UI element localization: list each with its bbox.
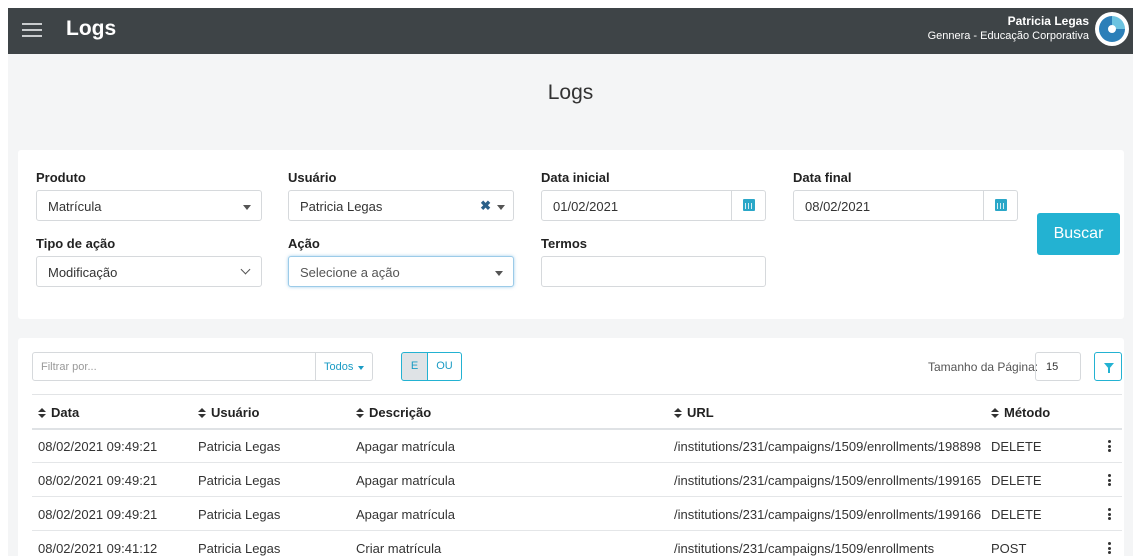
caret-down-icon xyxy=(243,205,251,210)
cell-url: /institutions/231/campaigns/1509/enrollm… xyxy=(674,541,935,556)
column-label: Data xyxy=(51,405,80,420)
cell-data: 08/02/2021 09:49:21 xyxy=(38,507,158,522)
table-row[interactable]: 08/02/2021 09:49:21 Patricia Legas Apaga… xyxy=(32,463,1122,497)
data-final-value: 08/02/2021 xyxy=(805,199,871,214)
buscar-button[interactable]: Buscar xyxy=(1037,213,1120,255)
cell-usuario: Patricia Legas xyxy=(198,507,281,522)
page-size-value: 15 xyxy=(1046,361,1059,373)
data-inicial-input[interactable]: 01/02/2021 xyxy=(541,190,766,221)
sort-icon xyxy=(356,408,364,418)
cell-data: 08/02/2021 09:41:12 xyxy=(38,541,158,556)
acao-select[interactable]: Selecione a ação xyxy=(288,256,514,287)
column-header-metodo[interactable]: Método xyxy=(991,405,1050,420)
tipo-acao-select[interactable]: Modificação xyxy=(36,256,262,287)
data-final-label: Data final xyxy=(793,170,852,185)
app-frame: Logs Patricia Legas Gennera - Educação C… xyxy=(8,8,1133,556)
table-row[interactable]: 08/02/2021 09:41:12 Patricia Legas Criar… xyxy=(32,531,1122,556)
cell-url: /institutions/231/campaigns/1509/enrollm… xyxy=(674,439,982,454)
cell-data: 08/02/2021 09:49:21 xyxy=(38,439,158,454)
chevron-down-icon xyxy=(240,264,251,275)
usuario-label: Usuário xyxy=(288,170,337,185)
app-title: Logs xyxy=(66,17,117,40)
filter-placeholder: Filtrar por... xyxy=(41,361,97,373)
acao-placeholder: Selecione a ação xyxy=(300,265,400,280)
column-header-usuario[interactable]: Usuário xyxy=(198,405,259,420)
produto-select[interactable]: Matrícula xyxy=(36,190,262,221)
column-label: Método xyxy=(1004,405,1051,420)
cell-descricao: Apagar matrícula xyxy=(356,507,455,522)
cell-usuario: Patricia Legas xyxy=(198,439,281,454)
tipo-acao-value: Modificação xyxy=(48,265,118,280)
logs-table-panel: Filtrar por... Todos E OU Tamanho da Pág… xyxy=(18,338,1124,556)
menu-icon[interactable] xyxy=(22,23,42,37)
table-header: Data Usuário Descrição URL Método xyxy=(32,394,1122,430)
more-options-icon[interactable] xyxy=(1108,474,1111,486)
more-options-icon[interactable] xyxy=(1108,508,1111,520)
or-toggle-button[interactable]: OU xyxy=(427,352,462,381)
caret-down-icon xyxy=(495,271,503,276)
more-options-icon[interactable] xyxy=(1108,542,1111,554)
cell-data: 08/02/2021 09:49:21 xyxy=(38,473,158,488)
page-size-input[interactable]: 15 xyxy=(1035,352,1081,381)
termos-label: Termos xyxy=(541,236,587,251)
filter-button[interactable] xyxy=(1094,352,1122,381)
filter-input[interactable]: Filtrar por... xyxy=(32,352,316,381)
table-row[interactable]: 08/02/2021 09:49:21 Patricia Legas Apaga… xyxy=(32,497,1122,531)
produto-label: Produto xyxy=(36,170,86,185)
cell-metodo: DELETE xyxy=(991,473,1042,488)
termos-input[interactable] xyxy=(541,256,766,287)
cell-usuario: Patricia Legas xyxy=(198,473,281,488)
tipo-acao-label: Tipo de ação xyxy=(36,236,116,251)
page-title: Logs xyxy=(547,81,594,104)
column-label: Usuário xyxy=(211,405,260,420)
cell-metodo: POST xyxy=(991,541,1027,556)
cell-url: /institutions/231/campaigns/1509/enrollm… xyxy=(674,507,982,522)
caret-down-icon xyxy=(358,366,364,370)
cell-descricao: Apagar matrícula xyxy=(356,473,455,488)
column-header-url[interactable]: URL xyxy=(674,405,714,420)
sort-icon xyxy=(991,408,999,418)
cell-descricao: Criar matrícula xyxy=(356,541,442,556)
avatar[interactable] xyxy=(1095,12,1129,46)
todos-label: Todos xyxy=(324,361,354,373)
more-options-icon[interactable] xyxy=(1108,440,1111,452)
cell-descricao: Apagar matrícula xyxy=(356,439,455,454)
filter-panel: Produto Matrícula Usuário Patricia Legas… xyxy=(18,150,1124,319)
and-toggle-button[interactable]: E xyxy=(401,352,428,381)
top-bar: Logs Patricia Legas Gennera - Educação C… xyxy=(8,8,1133,54)
column-header-data[interactable]: Data xyxy=(38,405,79,420)
column-label: Descrição xyxy=(369,405,432,420)
data-final-input[interactable]: 08/02/2021 xyxy=(793,190,1018,221)
cell-url: /institutions/231/campaigns/1509/enrollm… xyxy=(674,473,982,488)
todos-dropdown-button[interactable]: Todos xyxy=(315,352,373,381)
column-header-descricao[interactable]: Descrição xyxy=(356,405,431,420)
data-inicial-value: 01/02/2021 xyxy=(553,199,619,214)
caret-down-icon xyxy=(497,205,505,210)
clear-icon[interactable]: ✖ xyxy=(480,198,491,214)
data-final-calendar-button[interactable] xyxy=(983,191,1017,220)
sort-icon xyxy=(198,408,206,418)
calendar-icon xyxy=(995,199,1007,211)
data-inicial-calendar-button[interactable] xyxy=(731,191,765,220)
user-name: Patricia Legas xyxy=(1007,14,1089,28)
data-inicial-label: Data inicial xyxy=(541,170,610,185)
cell-metodo: DELETE xyxy=(991,439,1042,454)
usuario-value: Patricia Legas xyxy=(300,199,383,214)
page-size-label: Tamanho da Página: xyxy=(928,360,1039,374)
user-avatar-icon xyxy=(1096,13,1128,45)
calendar-icon xyxy=(743,199,755,211)
column-label: URL xyxy=(687,405,714,420)
cell-usuario: Patricia Legas xyxy=(198,541,281,556)
funnel-icon xyxy=(1104,363,1114,373)
acao-label: Ação xyxy=(288,236,320,251)
sort-icon xyxy=(38,408,46,418)
usuario-select[interactable]: Patricia Legas ✖ xyxy=(288,190,514,221)
user-organization: Gennera - Educação Corporativa xyxy=(927,30,1089,42)
sort-icon xyxy=(674,408,682,418)
produto-value: Matrícula xyxy=(48,199,102,214)
cell-metodo: DELETE xyxy=(991,507,1042,522)
table-row[interactable]: 08/02/2021 09:49:21 Patricia Legas Apaga… xyxy=(32,429,1122,463)
